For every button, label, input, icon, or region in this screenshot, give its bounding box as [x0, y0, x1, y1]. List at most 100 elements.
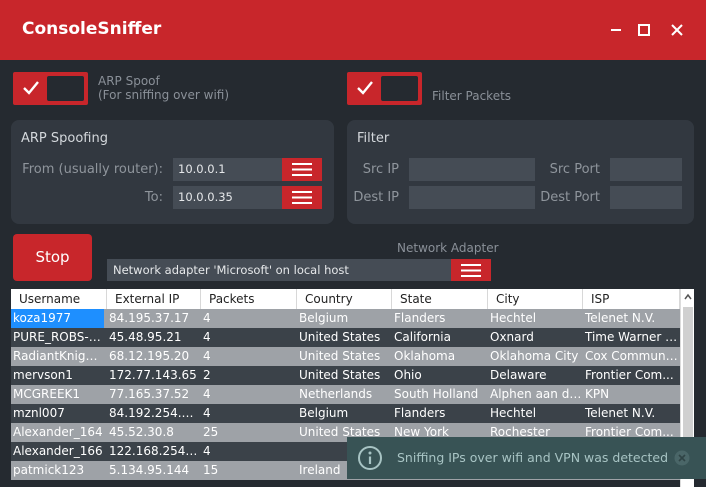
- dest-ip-label: Dest IP: [353, 190, 399, 205]
- maximize-button[interactable]: [634, 20, 654, 40]
- table-row[interactable]: MCGREEK1 77.165.37.52 4 Netherlands South Ho…: [11, 385, 680, 404]
- cell-packets[interactable]: 4: [201, 404, 297, 423]
- cell-state[interactable]: California: [392, 328, 488, 347]
- cell-packets[interactable]: 4: [201, 347, 297, 366]
- cell-packets[interactable]: 15: [201, 461, 297, 480]
- cell-state[interactable]: South Holland: [392, 385, 488, 404]
- column-header-username[interactable]: Username: [11, 289, 107, 309]
- cell-city[interactable]: Alphen aan de...: [488, 385, 583, 404]
- cell-state[interactable]: Flanders: [392, 404, 488, 423]
- cell-packets[interactable]: 4: [201, 309, 297, 328]
- arp-spoof-label: ARP Spoof (For sniffing over wifi): [98, 74, 229, 102]
- cell-city[interactable]: Delaware: [488, 366, 583, 385]
- minimize-icon: [611, 29, 621, 31]
- cell-isp[interactable]: Frontier Com...: [583, 366, 680, 385]
- cell-username[interactable]: patmick123: [11, 461, 104, 480]
- cell-external-ip[interactable]: 5.134.95.144: [107, 461, 201, 480]
- cell-isp[interactable]: Cox Communi...: [583, 347, 680, 366]
- cell-country[interactable]: Belgium: [297, 404, 392, 423]
- close-button[interactable]: [667, 20, 687, 40]
- cell-username[interactable]: RadiantKnight1: [11, 347, 104, 366]
- maximize-icon: [638, 24, 650, 36]
- cell-state[interactable]: Oklahoma: [392, 347, 488, 366]
- scrollbar-thumb[interactable]: [683, 307, 693, 437]
- cell-username[interactable]: koza1977: [11, 309, 104, 328]
- cell-isp[interactable]: Telenet N.V.: [583, 309, 680, 328]
- table-header: Username External IP Packets Country State Ci…: [11, 289, 680, 309]
- column-header-isp[interactable]: ISP: [583, 289, 680, 309]
- cell-external-ip[interactable]: 45.52.30.8: [107, 423, 201, 442]
- cell-external-ip[interactable]: 84.195.37.17: [107, 309, 201, 328]
- cell-external-ip[interactable]: 122.168.254.14: [107, 442, 201, 461]
- table-row[interactable]: RadiantKnight1 68.12.195.20 4 United States…: [11, 347, 680, 366]
- hamburger-menu-icon: [292, 191, 312, 204]
- scroll-up-arrow-icon[interactable]: [683, 292, 693, 302]
- cell-isp[interactable]: Time Warner C...: [583, 328, 680, 347]
- cell-username[interactable]: Alexander_164: [11, 423, 104, 442]
- table-row[interactable]: koza1977 84.195.37.17 4 Belgium Flanders Hech…: [11, 309, 680, 328]
- cell-city[interactable]: Hechtel: [488, 404, 583, 423]
- column-header-state[interactable]: State: [392, 289, 488, 309]
- cell-external-ip[interactable]: 172.77.143.65: [107, 366, 201, 385]
- cell-external-ip[interactable]: 68.12.195.20: [107, 347, 201, 366]
- cell-country[interactable]: United States: [297, 347, 392, 366]
- detection-toast: Sniffing IPs over wifi and VPN was detec…: [347, 437, 706, 479]
- arp-spoof-label-title: ARP Spoof: [98, 74, 160, 88]
- cell-isp[interactable]: Telenet N.V.: [583, 404, 680, 423]
- column-header-packets[interactable]: Packets: [201, 289, 297, 309]
- to-label: To:: [144, 190, 163, 205]
- to-menu-button[interactable]: [282, 186, 322, 209]
- title-bar[interactable]: ConsoleSniffer: [0, 0, 706, 60]
- adapter-menu-button[interactable]: [451, 259, 491, 281]
- table-row[interactable]: PURE_ROBS-805 45.48.95.21 4 United States Ca…: [11, 328, 680, 347]
- from-ip-field[interactable]: 10.0.0.1: [173, 158, 283, 181]
- cell-packets[interactable]: 4: [201, 385, 297, 404]
- network-adapter-field[interactable]: Network adapter 'Microsoft' on local hos…: [107, 259, 451, 281]
- cell-country[interactable]: United States: [297, 328, 392, 347]
- src-port-label: Src Port: [549, 162, 600, 177]
- table-row[interactable]: mervson1 172.77.143.65 2 United States Ohio D…: [11, 366, 680, 385]
- cell-state[interactable]: Flanders: [392, 309, 488, 328]
- cell-country[interactable]: United States: [297, 366, 392, 385]
- dest-port-field[interactable]: [610, 186, 682, 209]
- cell-packets[interactable]: 4: [201, 328, 297, 347]
- cell-isp[interactable]: KPN: [583, 385, 680, 404]
- filter-packets-toggle[interactable]: [347, 72, 422, 105]
- close-circle-icon[interactable]: [674, 450, 690, 466]
- cell-external-ip[interactable]: 77.165.37.52: [107, 385, 201, 404]
- cell-state[interactable]: Ohio: [392, 366, 488, 385]
- src-ip-field[interactable]: [409, 158, 535, 181]
- cell-country[interactable]: Netherlands: [297, 385, 392, 404]
- cell-username[interactable]: Alexander_166: [11, 442, 104, 461]
- cell-username[interactable]: mznl007: [11, 404, 104, 423]
- column-header-city[interactable]: City: [488, 289, 583, 309]
- cell-username[interactable]: PURE_ROBS-805: [11, 328, 104, 347]
- src-port-field[interactable]: [610, 158, 682, 181]
- stop-button[interactable]: Stop: [13, 234, 92, 281]
- arp-spoof-label-hint: (For sniffing over wifi): [98, 88, 230, 102]
- cell-packets[interactable]: 2: [201, 366, 297, 385]
- network-adapter-label: Network Adapter: [397, 241, 499, 255]
- cell-external-ip[interactable]: 84.192.254.224: [107, 404, 201, 423]
- cell-username[interactable]: MCGREEK1: [11, 385, 104, 404]
- cell-packets[interactable]: 25: [201, 423, 297, 442]
- dest-ip-field[interactable]: [409, 186, 535, 209]
- table-row[interactable]: mznl007 84.192.254.224 4 Belgium Flanders Hec…: [11, 404, 680, 423]
- cell-username[interactable]: mervson1: [11, 366, 104, 385]
- toggle-knob: [47, 76, 84, 101]
- arp-spoof-toggle[interactable]: [13, 72, 88, 105]
- column-header-country[interactable]: Country: [297, 289, 392, 309]
- cell-country[interactable]: Belgium: [297, 309, 392, 328]
- filter-packets-label: Filter Packets: [432, 89, 512, 103]
- column-header-external-ip[interactable]: External IP: [107, 289, 201, 309]
- cell-city[interactable]: Oxnard: [488, 328, 583, 347]
- cell-city[interactable]: Hechtel: [488, 309, 583, 328]
- from-menu-button[interactable]: [282, 158, 322, 181]
- cell-external-ip[interactable]: 45.48.95.21: [107, 328, 201, 347]
- cell-packets[interactable]: 4: [201, 442, 297, 461]
- cell-city[interactable]: Oklahoma City: [488, 347, 583, 366]
- minimize-button[interactable]: [606, 20, 626, 40]
- filter-panel-title: Filter: [357, 131, 390, 146]
- to-ip-field[interactable]: 10.0.0.35: [173, 186, 283, 209]
- hamburger-menu-icon: [292, 163, 312, 176]
